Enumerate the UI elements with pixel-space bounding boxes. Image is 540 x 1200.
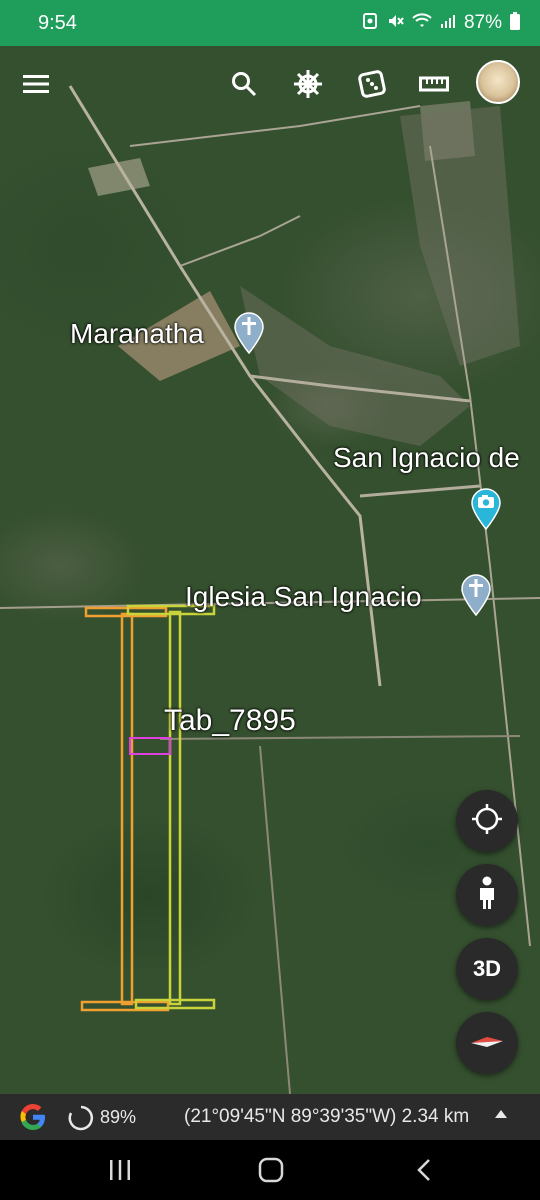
- church-pin-icon[interactable]: [232, 310, 266, 355]
- feeling-lucky-dice-icon[interactable]: [352, 64, 392, 104]
- compass-button[interactable]: [456, 1012, 518, 1074]
- parcel-outline-orange[interactable]: [80, 606, 170, 1012]
- track: [259, 745, 291, 1094]
- battery-percent: 87%: [463, 12, 502, 33]
- my-location-button[interactable]: [456, 790, 518, 852]
- wifi-icon: [412, 12, 432, 34]
- map-features: [0, 85, 540, 1094]
- satellite-map[interactable]: Maranatha San Ignacio de Iglesia San Ign…: [0, 46, 540, 1094]
- menu-icon[interactable]: [16, 64, 56, 104]
- town-area: [400, 106, 520, 366]
- search-icon[interactable]: [224, 64, 264, 104]
- home-icon[interactable]: [251, 1154, 291, 1186]
- nfc-icon: [362, 12, 378, 35]
- measure-ruler-icon[interactable]: [414, 64, 454, 104]
- voyager-wheel-icon[interactable]: [288, 64, 328, 104]
- road: [129, 105, 421, 147]
- coordinates-readout: (21°09'45"N 89°39'35"W) 2.34 km: [184, 1106, 470, 1127]
- clock: 9:54: [38, 11, 77, 34]
- photo-pin-icon[interactable]: [469, 486, 503, 531]
- map-info-bar: 89% (21°09'45"N 89°39'35"W) 2.34 km: [0, 1094, 540, 1140]
- profile-avatar[interactable]: [476, 60, 520, 104]
- plot-label[interactable]: Tab_7895: [164, 704, 296, 738]
- street-view-pegman-icon: [477, 876, 497, 915]
- place-label-san-ignacio[interactable]: San Ignacio de: [333, 442, 520, 474]
- parcel-outline-yellow[interactable]: [126, 604, 216, 1010]
- road: [359, 484, 481, 498]
- tab-plot-marker[interactable]: [129, 737, 171, 755]
- town-area: [240, 286, 470, 446]
- google-logo-icon: [18, 1102, 48, 1132]
- battery-icon: [510, 11, 520, 35]
- status-icons: 87%: [362, 11, 520, 35]
- road: [179, 215, 301, 267]
- my-location-icon: [471, 803, 503, 840]
- system-nav-bar: [0, 1140, 540, 1200]
- compass-icon: [469, 1031, 505, 1056]
- back-icon[interactable]: [404, 1154, 444, 1186]
- church-pin-icon[interactable]: [459, 572, 493, 617]
- chevron-up-icon[interactable]: [494, 1106, 508, 1123]
- recent-apps-icon[interactable]: [100, 1154, 140, 1186]
- loading-spinner-icon: [68, 1105, 94, 1131]
- loading-percent: 89%: [100, 1107, 137, 1127]
- view-3d-button[interactable]: 3D: [456, 938, 518, 1000]
- signal-icon: [440, 13, 456, 34]
- street-view-button[interactable]: [456, 864, 518, 926]
- mute-icon: [386, 12, 404, 35]
- place-label-maranatha[interactable]: Maranatha: [70, 318, 204, 350]
- status-bar: 9:54 87%: [0, 0, 540, 46]
- place-label-iglesia-san-ignacio[interactable]: Iglesia San Ignacio: [185, 581, 422, 613]
